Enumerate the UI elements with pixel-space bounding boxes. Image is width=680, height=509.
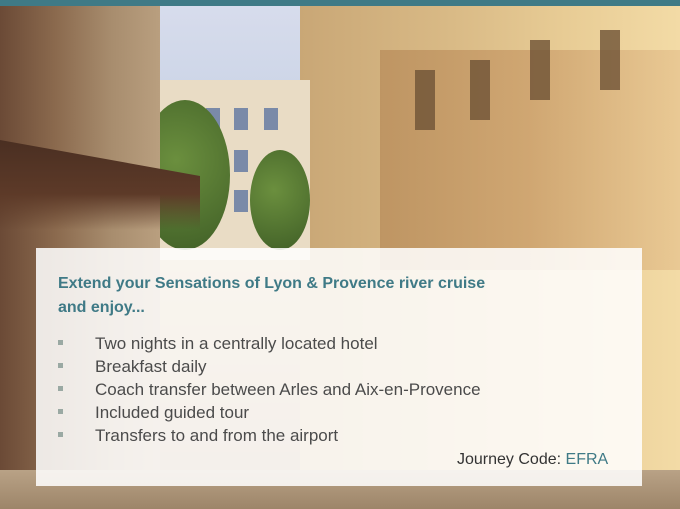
promo-page: Extend your Sensations of Lyon & Provenc… <box>0 0 680 509</box>
feature-text: Breakfast daily <box>95 357 207 376</box>
journey-code: Journey Code: EFRA <box>457 449 608 471</box>
bullet-icon <box>58 363 63 368</box>
feature-text: Included guided tour <box>95 403 250 422</box>
bullet-icon <box>58 386 63 391</box>
window <box>600 30 620 90</box>
feature-list: Two nights in a centrally located hotel … <box>58 332 481 447</box>
feature-item: Transfers to and from the airport <box>58 424 481 447</box>
feature-item: Breakfast daily <box>58 355 481 378</box>
window <box>415 70 435 130</box>
window <box>470 60 490 120</box>
feature-item: Two nights in a centrally located hotel <box>58 332 481 355</box>
bullet-icon <box>58 432 63 437</box>
feature-text: Two nights in a centrally located hotel <box>95 334 378 353</box>
feature-item: Included guided tour <box>58 401 481 424</box>
offer-headline-line1: Extend your Sensations of Lyon & Provenc… <box>58 275 486 292</box>
offer-headline-line2: and enjoy... <box>58 299 145 316</box>
offer-headline: Extend your Sensations of Lyon & Provenc… <box>58 272 578 320</box>
feature-item: Coach transfer between Arles and Aix-en-… <box>58 378 481 401</box>
journey-code-label: Journey Code: <box>457 451 562 468</box>
window <box>530 40 550 100</box>
window <box>234 150 248 172</box>
window <box>234 108 248 130</box>
bullet-icon <box>58 409 63 414</box>
feature-text: Transfers to and from the airport <box>95 426 339 445</box>
window <box>234 190 248 212</box>
bullet-icon <box>58 340 63 345</box>
feature-text: Coach transfer between Arles and Aix-en-… <box>95 380 481 399</box>
tree <box>250 150 310 250</box>
window <box>264 108 278 130</box>
journey-code-value: EFRA <box>565 451 609 468</box>
